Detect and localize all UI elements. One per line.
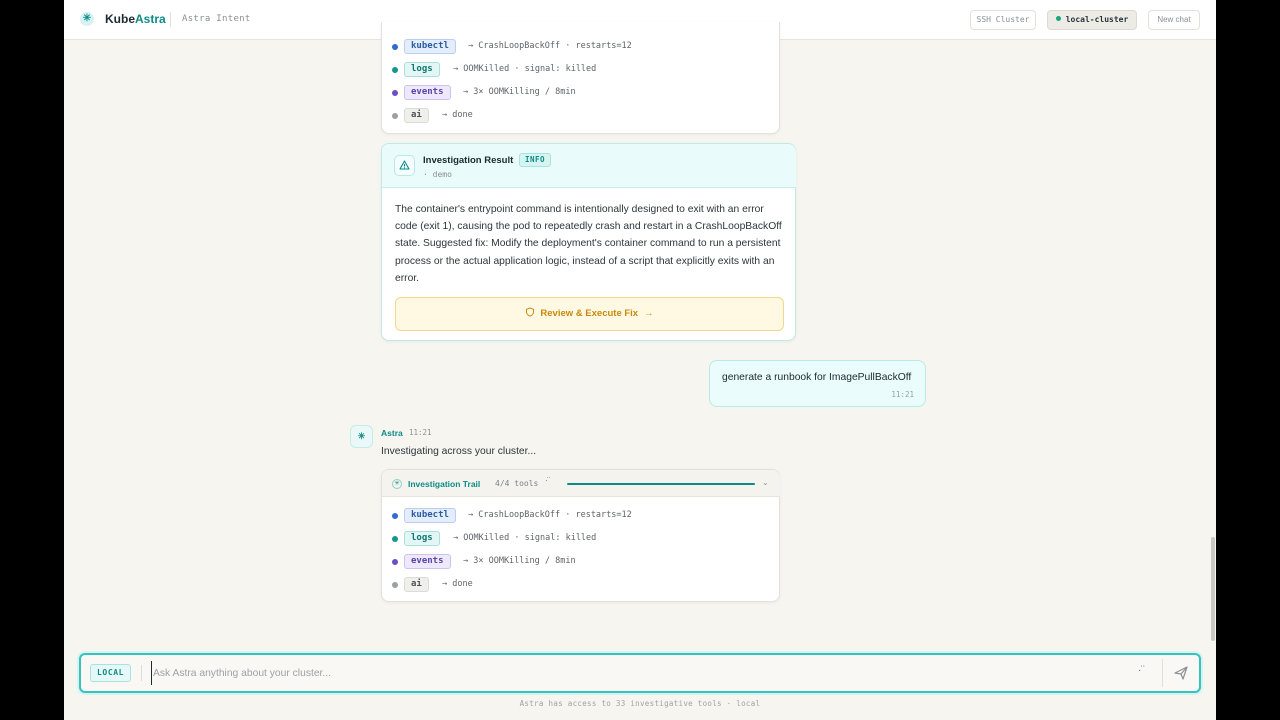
message-timestamp: 11:21	[891, 390, 914, 399]
tool-dot	[392, 582, 398, 588]
chat-input[interactable]	[151, 661, 1111, 685]
send-divider	[1162, 659, 1163, 687]
astra-message-text: Investigating across your cluster...	[381, 446, 537, 457]
chevron-down-icon[interactable]: ⌄	[762, 478, 769, 487]
tool-result: → CrashLoopBackOff · restarts=12	[468, 41, 632, 51]
tool-result: → OOMKilled · signal: killed	[453, 533, 597, 543]
trail-count: 4/4 tools	[495, 479, 539, 488]
sparkle-icon: ·˙˙	[545, 476, 551, 485]
tool-tag: ai	[404, 108, 429, 123]
tool-tag: events	[404, 554, 451, 569]
tool-result: → 3× OOMKilling / 8min	[463, 556, 576, 566]
cluster-selector-button[interactable]: local-cluster	[1047, 10, 1137, 30]
send-button[interactable]	[1171, 663, 1191, 683]
tool-result: → CrashLoopBackOff · restarts=12	[468, 510, 632, 520]
tool-tag: logs	[404, 531, 440, 546]
arrow-right-icon: →	[644, 308, 654, 319]
trail-progress-bar	[567, 483, 755, 485]
app-window: ✳ KubeAstra Astra Intent SSH Cluster loc…	[64, 0, 1216, 720]
new-chat-button[interactable]: New chat	[1148, 10, 1200, 30]
tool-dot	[392, 44, 398, 50]
tool-dot	[392, 513, 398, 519]
header-divider	[170, 12, 171, 27]
investigation-result-card: Investigation Result INFO · demo The con…	[381, 143, 796, 341]
astra-avatar: ✳	[350, 425, 373, 448]
tool-result: → done	[442, 579, 473, 589]
warning-triangle-icon	[394, 155, 415, 176]
brand-name[interactable]: KubeAstra	[105, 12, 166, 26]
chat-scrollbar[interactable]	[1211, 537, 1215, 641]
sender-name: Astra	[381, 428, 403, 438]
asterisk-icon: ✳	[80, 12, 94, 26]
user-message-text: generate a runbook for ImagePullBackOff	[722, 372, 912, 383]
footer-note: Astra has access to 33 investigative too…	[519, 699, 761, 708]
sparkle-icon: ·˙˙	[1138, 665, 1146, 676]
result-title: Investigation Result	[423, 155, 514, 166]
tool-tag: kubectl	[404, 39, 456, 54]
investigation-trail-card: ✳ Investigation Trail 4/4 tools ·˙˙ ⌄ ku…	[381, 469, 780, 602]
trail-title: Investigation Trail	[408, 479, 481, 489]
tool-dot	[392, 559, 398, 565]
tool-dot	[392, 536, 398, 542]
message-timestamp: 11:21	[409, 428, 432, 437]
review-execute-fix-button[interactable]: Review & Execute Fix →	[395, 297, 784, 331]
asterisk-icon: ✳	[392, 479, 402, 489]
tool-result: → 3× OOMKilling / 8min	[463, 87, 576, 97]
user-message-bubble: generate a runbook for ImagePullBackOff …	[709, 360, 926, 407]
tool-dot	[392, 90, 398, 96]
result-header: Investigation Result INFO · demo	[382, 144, 796, 188]
shield-icon	[526, 307, 535, 317]
trail-header[interactable]: ✳ Investigation Trail 4/4 tools ·˙˙ ⌄	[382, 470, 780, 497]
input-divider	[141, 665, 142, 681]
tool-result: → done	[442, 110, 473, 120]
result-source: · demo	[423, 170, 452, 179]
tool-tag: events	[404, 85, 451, 100]
tool-tag: ai	[404, 577, 429, 592]
tool-dot	[392, 113, 398, 119]
header-subtitle: Astra Intent	[182, 14, 251, 24]
tool-tag: logs	[404, 62, 440, 77]
mode-badge[interactable]: LOCAL	[90, 664, 132, 682]
chat-input-container: LOCAL ·˙˙	[79, 653, 1201, 693]
tool-dot	[392, 67, 398, 73]
ssh-cluster-button[interactable]: SSH Cluster	[970, 10, 1036, 30]
severity-badge: INFO	[519, 153, 552, 167]
paper-plane-icon	[1174, 666, 1188, 680]
tool-tag: kubectl	[404, 508, 456, 523]
tool-result: → OOMKilled · signal: killed	[453, 64, 597, 74]
status-dot	[1055, 16, 1061, 21]
investigation-trail-card-top: kubectl → CrashLoopBackOff · restarts=12…	[381, 22, 780, 134]
result-summary: The container's entrypoint command is in…	[395, 204, 782, 284]
